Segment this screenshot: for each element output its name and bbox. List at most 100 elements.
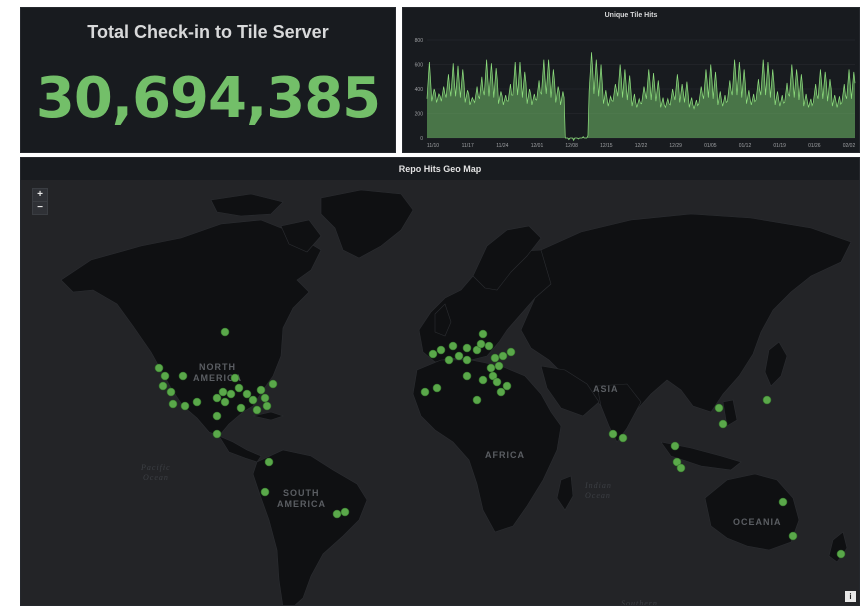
label-south-america-2: AMERICA <box>277 499 326 509</box>
map-marker[interactable] <box>444 355 454 365</box>
map-marker[interactable] <box>484 341 494 351</box>
map-marker[interactable] <box>486 363 496 373</box>
map-marker[interactable] <box>166 387 176 397</box>
label-pacific-ocean-2: Ocean <box>143 473 169 482</box>
map-marker[interactable] <box>218 387 228 397</box>
map-marker[interactable] <box>432 383 442 393</box>
label-africa: AFRICA <box>485 450 525 460</box>
map-marker[interactable] <box>332 509 342 519</box>
map-marker[interactable] <box>454 351 464 361</box>
map-marker[interactable] <box>788 531 798 541</box>
x-tick-label: 12/01 <box>531 143 544 149</box>
label-indian-ocean-2: Ocean <box>585 491 611 500</box>
x-tick-label: 11/17 <box>462 143 474 149</box>
map-marker[interactable] <box>714 403 724 413</box>
area-chart: 0 200 400 600 800 11/10 11/17 11/24 12/01 12/08 12… <box>415 38 856 149</box>
map-marker[interactable] <box>476 339 486 349</box>
x-tick-label: 11/24 <box>496 143 508 149</box>
map-marker[interactable] <box>490 353 500 363</box>
map-marker[interactable] <box>242 389 252 399</box>
map-marker[interactable] <box>492 377 502 387</box>
map-marker[interactable] <box>154 363 164 373</box>
map-marker[interactable] <box>262 401 272 411</box>
map-marker[interactable] <box>670 441 680 451</box>
map-marker[interactable] <box>256 385 266 395</box>
map-marker[interactable] <box>496 387 506 397</box>
map-marker[interactable] <box>498 351 508 361</box>
map-marker[interactable] <box>340 507 350 517</box>
zoom-in-button[interactable]: + <box>32 188 48 202</box>
map-marker[interactable] <box>230 373 240 383</box>
map-marker[interactable] <box>268 379 278 389</box>
label-north-america: NORTH <box>199 362 236 372</box>
map-marker[interactable] <box>436 345 446 355</box>
map-marker[interactable] <box>478 375 488 385</box>
y-tick-label: 600 <box>415 63 424 69</box>
x-tick-label: 12/22 <box>635 143 648 149</box>
x-tick-label: 01/12 <box>739 143 752 149</box>
map-marker[interactable] <box>462 371 472 381</box>
chart-panel: Unique Tile Hits 0 200 400 600 800 11/10 11/17… <box>402 7 860 153</box>
map-title: Repo Hits Geo Map <box>398 164 482 174</box>
map-marker[interactable] <box>428 349 438 359</box>
map-marker[interactable] <box>212 411 222 421</box>
map-marker[interactable] <box>168 399 178 409</box>
stat-title: Total Check-in to Tile Server <box>87 22 329 42</box>
map-marker[interactable] <box>158 381 168 391</box>
map-marker[interactable] <box>226 389 236 399</box>
map-marker[interactable] <box>260 393 270 403</box>
map-marker[interactable] <box>178 371 188 381</box>
y-tick-label: 400 <box>415 87 424 93</box>
map-header: Repo Hits Geo Map <box>21 158 859 180</box>
y-tick-label: 800 <box>415 38 424 44</box>
map-marker[interactable] <box>260 487 270 497</box>
info-button[interactable]: i <box>845 591 856 602</box>
map-marker[interactable] <box>234 383 244 393</box>
map-marker[interactable] <box>472 395 482 405</box>
map-marker[interactable] <box>192 397 202 407</box>
label-oceania: OCEANIA <box>733 517 782 527</box>
label-asia: ASIA <box>593 384 619 394</box>
label-pacific-ocean: Pacific <box>140 463 171 472</box>
geo-map-panel[interactable]: Repo Hits Geo Map NORTH AMERICA SOUTH AM… <box>20 157 860 606</box>
map-marker[interactable] <box>248 395 258 405</box>
label-south-america: SOUTH <box>283 488 320 498</box>
stat-panel: Total Check-in to Tile Server 30,694,385 <box>20 7 396 153</box>
map-marker[interactable] <box>608 429 618 439</box>
map-marker[interactable] <box>462 343 472 353</box>
label-southern-ocean: Southern <box>621 599 658 606</box>
x-tick-label: 01/26 <box>808 143 821 149</box>
map-marker[interactable] <box>212 429 222 439</box>
map-marker[interactable] <box>236 403 246 413</box>
x-tick-label: 01/05 <box>704 143 717 149</box>
x-tick-label: 02/02 <box>843 143 856 149</box>
x-tick-label: 12/08 <box>565 143 578 149</box>
map-marker[interactable] <box>676 463 686 473</box>
map-marker[interactable] <box>502 381 512 391</box>
map-marker[interactable] <box>618 433 628 443</box>
map-marker[interactable] <box>252 405 262 415</box>
map-marker[interactable] <box>836 549 846 559</box>
zoom-out-button[interactable]: − <box>32 201 48 215</box>
x-tick-label: 01/19 <box>773 143 786 149</box>
map-marker[interactable] <box>220 327 230 337</box>
label-indian-ocean: Indian <box>584 481 612 490</box>
map-marker[interactable] <box>462 355 472 365</box>
map-marker[interactable] <box>478 329 488 339</box>
map-marker[interactable] <box>220 397 230 407</box>
map-marker[interactable] <box>778 497 788 507</box>
map-marker[interactable] <box>160 371 170 381</box>
map-marker[interactable] <box>494 361 504 371</box>
map-marker[interactable] <box>762 395 772 405</box>
map-marker[interactable] <box>264 457 274 467</box>
world-map[interactable]: NORTH AMERICA SOUTH AMERICA AFRICA ASIA … <box>21 180 860 606</box>
map-marker[interactable] <box>448 341 458 351</box>
map-marker[interactable] <box>506 347 516 357</box>
map-marker[interactable] <box>718 419 728 429</box>
x-tick-label: 12/15 <box>600 143 613 149</box>
x-tick-label: 12/29 <box>669 143 682 149</box>
map-marker[interactable] <box>212 393 222 403</box>
x-tick-label: 11/10 <box>427 143 439 149</box>
map-marker[interactable] <box>420 387 430 397</box>
map-marker[interactable] <box>180 401 190 411</box>
